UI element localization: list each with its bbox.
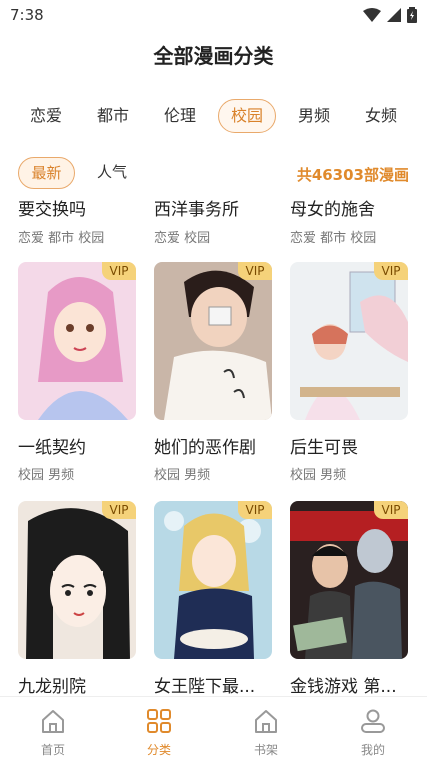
comic-cover[interactable]: VIP — [290, 501, 408, 659]
comic-card[interactable]: VIP 九龙别院 — [18, 501, 138, 696]
comic-cover[interactable]: VIP — [290, 262, 408, 420]
comic-title: 要交换吗 — [18, 200, 86, 220]
tab-male[interactable]: 男频 — [286, 99, 342, 133]
nav-bookshelf-label: 书架 — [253, 743, 278, 757]
vip-badge: VIP — [238, 501, 272, 519]
comic-cover-art — [154, 262, 272, 420]
nav-bookshelf[interactable]: 书架 — [213, 697, 319, 760]
tab-ethics[interactable]: 伦理 — [152, 99, 208, 133]
tab-female[interactable]: 女频 — [353, 99, 409, 133]
comic-card[interactable]: 西洋事务所 恋爱 校园 — [154, 191, 274, 251]
comic-cover-art — [290, 262, 408, 420]
comic-card[interactable]: 母女的施舍 恋爱 都市 校园 — [290, 191, 410, 251]
bottom-nav: 首页 分类 书架 我的 — [0, 696, 427, 760]
comic-title: 金钱游戏 第... — [290, 677, 397, 696]
total-count: 共46303部漫画 — [296, 166, 409, 184]
wifi-icon — [363, 8, 381, 22]
comic-tags: 恋爱 都市 校园 — [290, 231, 377, 246]
category-grid-icon — [147, 709, 171, 733]
comic-title: 女王陛下最... — [154, 677, 256, 696]
tab-campus[interactable]: 校园 — [218, 99, 276, 133]
comic-tags: 恋爱 校园 — [154, 231, 211, 246]
sort-latest-chip[interactable]: 最新 — [18, 157, 75, 189]
comic-title: 九龙别院 — [18, 677, 86, 696]
nav-profile[interactable]: 我的 — [320, 697, 426, 760]
comic-title: 西洋事务所 — [154, 200, 239, 220]
nav-home-label: 首页 — [40, 743, 65, 757]
comic-title: 后生可畏 — [290, 438, 358, 458]
nav-category-label: 分类 — [146, 743, 171, 757]
comic-title: 一纸契约 — [18, 438, 86, 458]
comic-tags: 校园 男频 — [154, 468, 211, 483]
comic-card[interactable]: VIP 金钱游戏 第... — [290, 501, 410, 696]
status-bar: 7:38 — [0, 0, 427, 30]
category-tabs: 恋爱 都市 伦理 校园 男频 女频 — [0, 99, 427, 133]
comic-card[interactable]: VIP 她们的恶作剧 校园 男频 — [154, 262, 274, 487]
comic-cover-art — [18, 262, 136, 420]
comic-tags: 恋爱 都市 校园 — [18, 231, 105, 246]
signal-icon — [387, 8, 401, 22]
comic-cover[interactable]: VIP — [18, 501, 136, 659]
comic-cover-art — [154, 501, 272, 659]
nav-category[interactable]: 分类 — [106, 697, 212, 760]
sort-filter-row: 最新 人气 共46303部漫画 — [0, 157, 427, 191]
bookshelf-icon — [255, 710, 277, 733]
vip-badge: VIP — [238, 262, 272, 280]
comic-cover[interactable]: VIP — [154, 501, 272, 659]
comic-grid: 要交换吗 恋爱 都市 校园 西洋事务所 恋爱 校园 母女的施舍 恋爱 都市 校园… — [0, 191, 427, 696]
comic-card[interactable]: VIP 后生可畏 校园 男频 — [290, 262, 410, 487]
home-icon — [42, 710, 64, 733]
comic-cover-art — [18, 501, 136, 659]
comic-tags: 校园 男频 — [18, 468, 75, 483]
nav-profile-label: 我的 — [360, 743, 385, 757]
user-icon — [361, 709, 385, 733]
comic-card[interactable]: VIP 一纸契约 校园 男频 — [18, 262, 138, 487]
tab-urban[interactable]: 都市 — [85, 99, 141, 133]
status-time: 7:38 — [10, 6, 44, 24]
sort-popular-chip[interactable]: 人气 — [86, 157, 138, 189]
vip-badge: VIP — [374, 262, 408, 280]
comic-cover-art — [290, 501, 408, 659]
nav-home[interactable]: 首页 — [0, 697, 106, 760]
comic-title: 母女的施舍 — [290, 200, 375, 220]
status-icons — [363, 7, 417, 23]
vip-badge: VIP — [374, 501, 408, 519]
battery-icon — [407, 7, 417, 23]
comic-card[interactable]: VIP 女王陛下最... — [154, 501, 274, 696]
comic-cover[interactable]: VIP — [154, 262, 272, 420]
page-title: 全部漫画分类 — [153, 44, 274, 68]
comic-cover[interactable]: VIP — [18, 262, 136, 420]
comic-title: 她们的恶作剧 — [154, 438, 256, 458]
vip-badge: VIP — [102, 501, 136, 519]
tab-romance[interactable]: 恋爱 — [18, 99, 74, 133]
comic-card[interactable]: 要交换吗 恋爱 都市 校园 — [18, 191, 138, 251]
comic-tags: 校园 男频 — [290, 468, 347, 483]
vip-badge: VIP — [102, 262, 136, 280]
